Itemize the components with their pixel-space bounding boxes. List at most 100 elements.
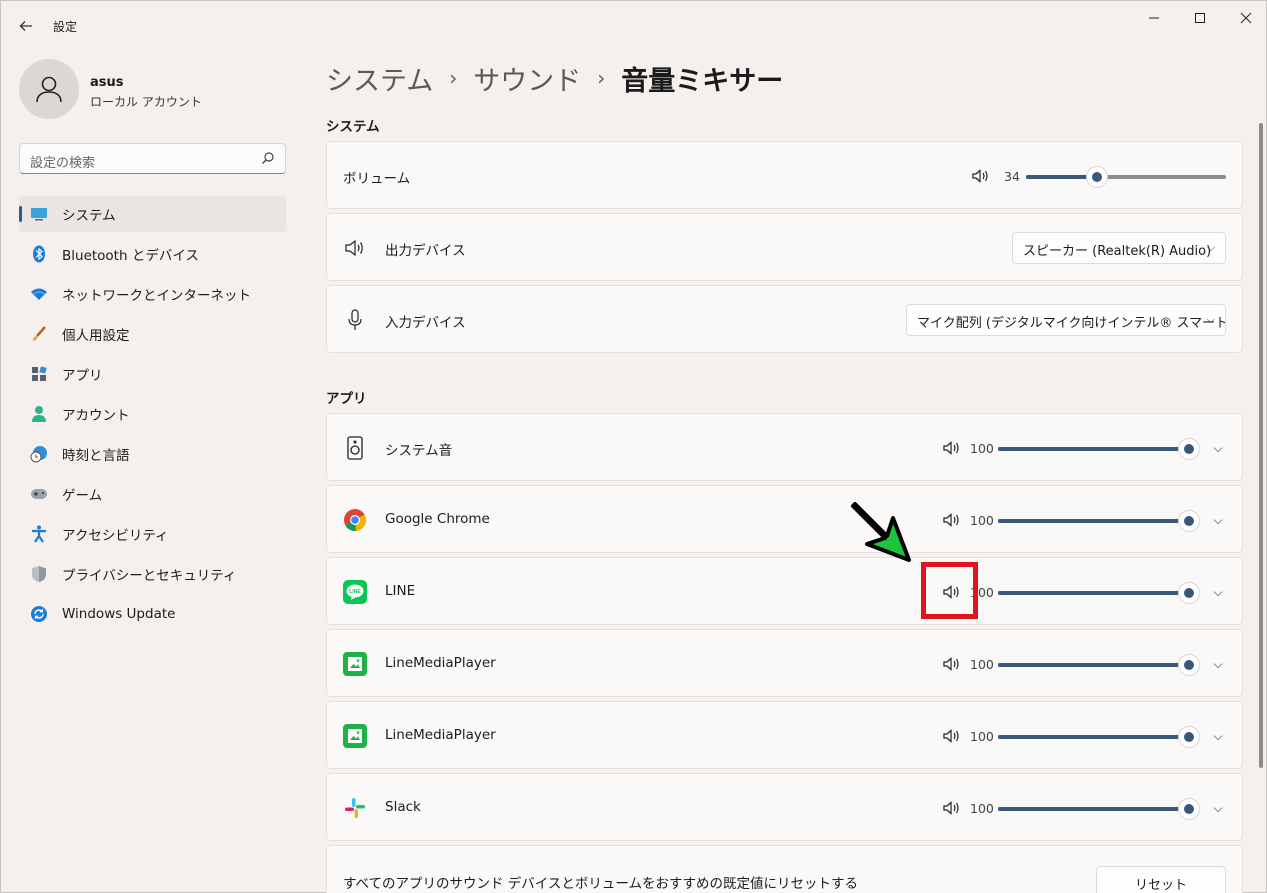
shield-icon [30, 565, 48, 583]
section-title-apps: アプリ [326, 391, 367, 407]
slider-thumb[interactable] [1178, 798, 1200, 820]
person-icon [30, 405, 48, 423]
reset-button[interactable]: リセット [1096, 866, 1226, 893]
app-name: システム音 [385, 443, 453, 459]
sidebar-item-network[interactable]: ネットワークとインターネット [19, 276, 286, 312]
maximize-icon [1195, 13, 1205, 23]
app-volume-slider[interactable] [998, 654, 1200, 676]
sidebar-item-label: アプリ [62, 368, 103, 384]
sidebar-item-apps[interactable]: アプリ [19, 356, 286, 392]
speaker-icon[interactable] [942, 511, 960, 529]
sidebar-nav: システム Bluetooth とデバイス ネットワークとインターネット 個人用設… [19, 196, 286, 636]
slider-fill [998, 519, 1190, 523]
sidebar-item-gaming[interactable]: ゲーム [19, 476, 286, 512]
svg-text:LINE: LINE [349, 589, 361, 595]
monitor-icon [30, 205, 48, 223]
line-media-player-icon [343, 652, 367, 676]
speaker-icon [343, 236, 367, 260]
volume-value: 34 [1004, 169, 1020, 184]
speaker-icon[interactable] [942, 727, 960, 745]
user-profile[interactable]: asus ローカル アカウント [19, 59, 289, 119]
system-sound-icon [343, 436, 367, 460]
brush-icon [30, 325, 48, 343]
breadcrumb-separator-icon: › [449, 66, 458, 90]
slider-thumb[interactable] [1178, 510, 1200, 532]
sidebar-item-label: ゲーム [62, 488, 103, 504]
breadcrumb-system[interactable]: システム [326, 59, 433, 98]
highlight-box [921, 562, 978, 619]
volume-card: ボリューム 34 [326, 141, 1243, 209]
vertical-scrollbar[interactable] [1259, 123, 1263, 768]
search-icon [262, 152, 274, 164]
sidebar-item-label: プライバシーとセキュリティ [62, 568, 237, 584]
slider-thumb[interactable] [1178, 582, 1200, 604]
app-volume-slider[interactable] [998, 438, 1200, 460]
volume-label: ボリューム [343, 171, 411, 187]
sidebar-item-windows-update[interactable]: Windows Update [19, 596, 286, 632]
app-name: LINE [385, 583, 416, 599]
close-button[interactable] [1223, 1, 1267, 35]
sidebar-item-label: 個人用設定 [62, 328, 130, 344]
app-row-line-media-player: LineMediaPlayer 100 ⌵ [326, 701, 1243, 769]
update-icon [30, 605, 48, 623]
sidebar-item-time-language[interactable]: 時刻と言語 [19, 436, 286, 472]
speaker-icon[interactable] [971, 167, 989, 185]
sidebar-item-privacy[interactable]: プライバシーとセキュリティ [19, 556, 286, 592]
chevron-down-icon[interactable]: ⌵ [1208, 654, 1228, 674]
minimize-button[interactable] [1131, 1, 1177, 35]
sidebar-item-label: Bluetooth とデバイス [62, 248, 199, 264]
app-volume-slider[interactable] [998, 798, 1200, 820]
maximize-button[interactable] [1177, 1, 1223, 35]
sidebar-item-bluetooth[interactable]: Bluetooth とデバイス [19, 236, 286, 272]
line-icon: LINE [343, 580, 367, 604]
master-volume-slider[interactable] [1026, 166, 1226, 188]
section-title-system: システム [326, 119, 380, 135]
search-input[interactable]: 設定の検索 [19, 143, 286, 174]
clock-globe-icon [30, 445, 48, 463]
app-volume-slider[interactable] [998, 726, 1200, 748]
back-button[interactable] [13, 13, 39, 39]
app-volume-slider[interactable] [998, 510, 1200, 532]
input-device-value: マイク配列 (デジタルマイク向けインテル® スマート・ [917, 316, 1226, 331]
slider-thumb[interactable] [1178, 654, 1200, 676]
app-volume-value: 100 [970, 729, 994, 744]
slider-fill [998, 663, 1190, 667]
app-name: Slack [385, 799, 421, 815]
app-row-slack: Slack 100 ⌵ [326, 773, 1243, 841]
slider-fill [998, 447, 1190, 451]
slider-thumb[interactable] [1178, 726, 1200, 748]
chevron-down-icon: ⌵ [1206, 241, 1215, 254]
chevron-down-icon[interactable]: ⌵ [1208, 438, 1228, 458]
chevron-down-icon[interactable]: ⌵ [1208, 798, 1228, 818]
breadcrumb: システム › サウンド › 音量ミキサー [326, 58, 783, 98]
sidebar-item-accounts[interactable]: アカウント [19, 396, 286, 432]
slider-fill [998, 807, 1190, 811]
sidebar-item-label: Windows Update [62, 606, 176, 622]
reset-card: すべてのアプリのサウンド デバイスとボリュームをおすすめの既定値にリセットする … [326, 845, 1243, 893]
output-device-dropdown[interactable]: スピーカー (Realtek(R) Audio) ⌵ [1012, 232, 1226, 264]
breadcrumb-sound[interactable]: サウンド [473, 59, 581, 98]
sidebar-item-personalization[interactable]: 個人用設定 [19, 316, 286, 352]
speaker-icon[interactable] [942, 799, 960, 817]
input-device-dropdown[interactable]: マイク配列 (デジタルマイク向けインテル® スマート・ ⌵ [906, 304, 1226, 336]
sidebar-item-label: アクセシビリティ [62, 528, 169, 544]
chevron-down-icon[interactable]: ⌵ [1208, 726, 1228, 746]
app-name: Google Chrome [385, 511, 490, 527]
sidebar-item-system[interactable]: システム [19, 196, 286, 232]
close-icon [1240, 12, 1252, 24]
chevron-down-icon[interactable]: ⌵ [1208, 510, 1228, 530]
wifi-icon [30, 285, 48, 303]
app-volume-slider[interactable] [998, 582, 1200, 604]
slider-thumb[interactable] [1178, 438, 1200, 460]
bluetooth-icon [30, 245, 48, 263]
chevron-down-icon[interactable]: ⌵ [1208, 582, 1228, 602]
speaker-icon[interactable] [942, 655, 960, 673]
app-volume-value: 100 [970, 513, 994, 528]
speaker-icon[interactable] [942, 439, 960, 457]
app-name: LineMediaPlayer [385, 727, 496, 743]
app-volume-value: 100 [970, 441, 994, 456]
output-device-value: スピーカー (Realtek(R) Audio) [1023, 244, 1212, 259]
slider-thumb[interactable] [1086, 166, 1108, 188]
sidebar-item-accessibility[interactable]: アクセシビリティ [19, 516, 286, 552]
slack-icon [343, 796, 367, 820]
